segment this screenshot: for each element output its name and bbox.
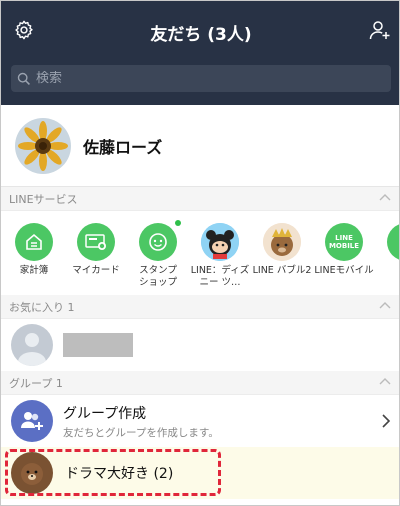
line-mobile-icon-text: LINE MOBILE — [328, 234, 360, 250]
create-group-subtitle: 友だちとグループを作成します。 — [63, 426, 219, 439]
mycard-icon — [77, 223, 115, 261]
disney-tsumtsum-icon — [201, 223, 239, 261]
profile-avatar[interactable] — [15, 117, 71, 174]
sticker-shop-icon — [139, 223, 177, 261]
chevron-up-icon[interactable] — [379, 193, 391, 203]
chevron-right-icon — [382, 414, 391, 428]
service-item-line-mobile[interactable]: LINE MOBILE LINEモバイル — [313, 213, 375, 295]
favorite-friend-row[interactable] — [1, 319, 399, 371]
service-label: LINEモバイル — [314, 265, 374, 276]
create-group-text: グループ作成 友だちとグループを作成します。 — [63, 403, 219, 440]
services-row: 家計簿 マイカード スタンプ ショップ LINE：ディズニー ツ… LINE バ… — [1, 213, 399, 295]
section-title: LINEサービス — [9, 192, 78, 206]
service-label: 家計簿 — [19, 265, 49, 276]
new-badge-dot — [175, 220, 181, 226]
search-bar[interactable] — [11, 65, 391, 92]
section-title: グループ 1 — [9, 376, 63, 390]
sunflower-avatar-image — [15, 117, 71, 174]
service-item-mycard[interactable]: マイカード — [65, 213, 127, 295]
section-header-services[interactable]: LINEサービス — [1, 187, 399, 211]
redacted-name — [63, 333, 133, 357]
section-header-favorites[interactable]: お気に入り 1 — [1, 295, 399, 319]
service-label: LINE バブル2 — [252, 265, 312, 276]
service-label: LINE：ディズニー ツ… — [190, 265, 250, 288]
add-friend-button[interactable] — [365, 15, 395, 45]
highlight-annotation — [5, 449, 221, 496]
chevron-up-icon[interactable] — [379, 377, 391, 387]
section-header-groups[interactable]: グループ 1 — [1, 371, 399, 395]
top-header: 友だち (3人) — [1, 1, 399, 105]
default-person-icon — [11, 324, 53, 366]
service-item-more[interactable] — [375, 213, 399, 295]
app-frame: 友だち (3人) 検索 佐藤ローズ LINEサービス 家計簿 マイカード スタン… — [0, 0, 400, 506]
page-title: 友だち (3人) — [150, 25, 252, 45]
service-item-line-bubble2[interactable]: LINE バブル2 — [251, 213, 313, 295]
more-service-icon — [387, 223, 399, 261]
service-label: スタンプ ショップ — [138, 265, 177, 288]
service-item-sticker-shop[interactable]: スタンプ ショップ — [127, 213, 189, 295]
line-bubble2-icon — [263, 223, 301, 261]
line-mobile-icon: LINE MOBILE — [325, 223, 363, 261]
service-item-disney-tsumtsum[interactable]: LINE：ディズニー ツ… — [189, 213, 251, 295]
create-group-title: グループ作成 — [63, 405, 147, 422]
create-group-row[interactable]: グループ作成 友だちとグループを作成します。 — [1, 395, 399, 447]
search-input[interactable] — [36, 71, 366, 86]
search-icon — [17, 72, 30, 85]
service-item-kakeibo[interactable]: 家計簿 — [3, 213, 65, 295]
profile-name: 佐藤ローズ — [83, 137, 163, 157]
avatar — [11, 324, 53, 366]
household-ledger-icon — [15, 223, 53, 261]
chevron-up-icon[interactable] — [379, 301, 391, 311]
my-profile-row[interactable]: 佐藤ローズ — [1, 105, 399, 187]
section-title: お気に入り 1 — [9, 300, 75, 314]
create-group-icon — [11, 400, 53, 442]
add-friend-icon — [369, 21, 390, 40]
service-label: マイカード — [72, 265, 120, 276]
